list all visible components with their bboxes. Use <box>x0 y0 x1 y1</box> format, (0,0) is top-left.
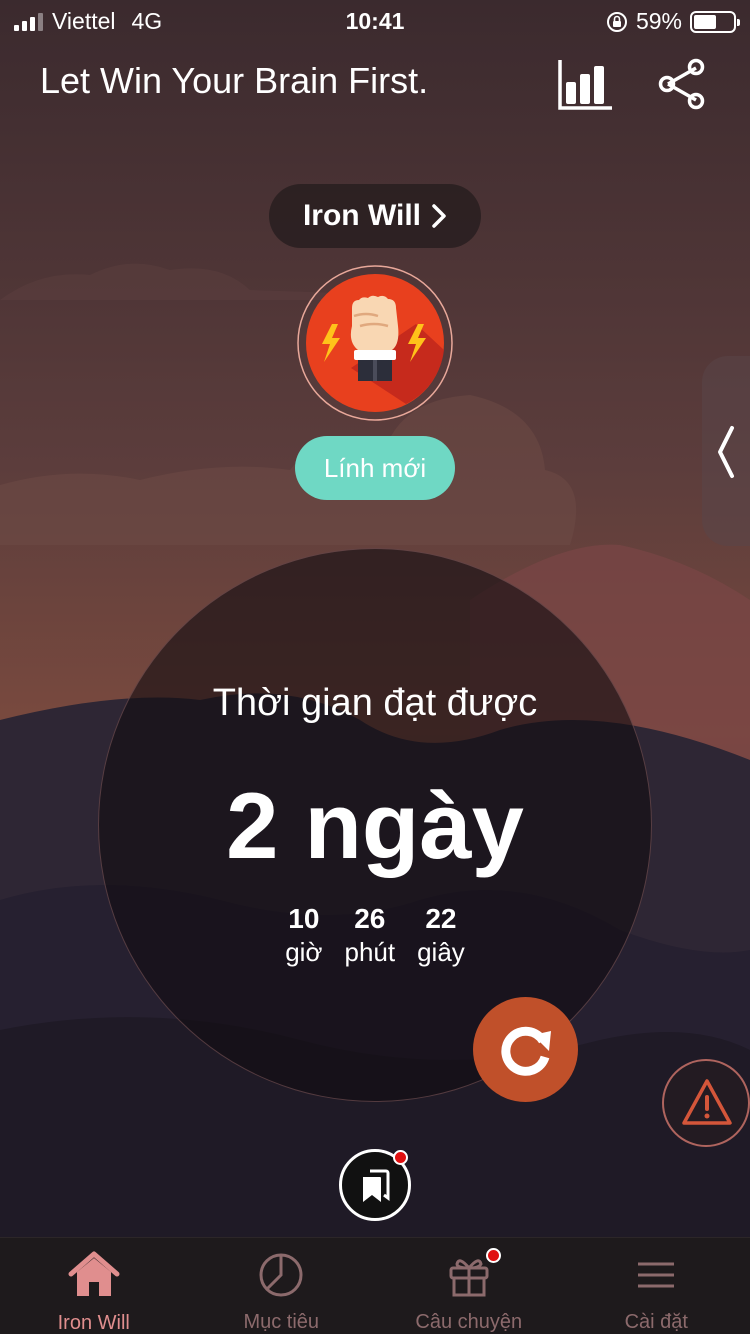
reset-button[interactable] <box>473 997 578 1102</box>
challenge-name: Iron Will <box>302 199 422 232</box>
gift-icon <box>443 1248 501 1299</box>
notification-dot <box>485 1248 501 1263</box>
bookmarks-icon <box>363 1169 390 1202</box>
timer-unit-label: giây <box>417 937 465 967</box>
timer-unit-seconds: 22 giây <box>417 902 465 968</box>
app-title: Let Win Your Brain First. <box>40 60 429 101</box>
tab-iron-will[interactable]: Iron Will <box>0 1238 188 1334</box>
refresh-icon <box>501 1026 551 1076</box>
timer-unit-label: giờ <box>285 937 323 967</box>
side-drawer-handle[interactable] <box>702 356 750 546</box>
timer-unit-minutes: 26 phút <box>344 902 395 968</box>
notification-dot <box>393 1150 408 1165</box>
stats-button[interactable] <box>556 56 614 112</box>
timer-unit-label: phút <box>344 937 396 967</box>
timer-label: Thời gian đạt được <box>212 682 538 724</box>
tab-label: Mục tiêu <box>243 1311 320 1333</box>
status-right: 59% <box>606 8 740 35</box>
share-button[interactable] <box>656 56 708 112</box>
menu-icon <box>630 1250 682 1299</box>
warning-icon <box>682 1079 732 1125</box>
chevron-right-icon <box>432 204 446 228</box>
timer-unit-value: 10 <box>288 903 320 934</box>
timer-unit-hours: 10 giờ <box>285 902 322 968</box>
tab-muc-tieu[interactable]: Mục tiêu <box>188 1238 376 1334</box>
chevron-left-icon <box>718 426 734 478</box>
timer-unit-value: 26 <box>354 903 386 934</box>
challenge-selector[interactable]: Iron Will <box>269 184 481 248</box>
tab-cai-dat[interactable]: Cài đặt <box>563 1238 750 1334</box>
tab-label: Cài đặt <box>624 1311 688 1333</box>
warning-button[interactable] <box>662 1059 750 1147</box>
battery-fill <box>694 14 717 29</box>
home-icon <box>68 1250 120 1300</box>
tab-cau-chuyen[interactable]: Câu chuyện <box>375 1238 563 1334</box>
tab-label: Câu chuyện <box>415 1311 523 1333</box>
bar-chart-icon <box>558 60 612 110</box>
rank-badge[interactable]: Lính mới <box>295 436 455 500</box>
timer-days: 2 ngày <box>226 773 524 878</box>
timer-unit-value: 22 <box>425 903 457 934</box>
share-icon <box>658 58 705 110</box>
timer-units: 10 giờ 26 phút 22 giây <box>0 902 750 968</box>
pie-chart-icon <box>255 1250 307 1299</box>
status-bar: Viettel 4G 10:41 59% <box>0 0 750 40</box>
battery-percent: 59% <box>635 8 682 34</box>
battery-icon <box>690 10 740 33</box>
raised-fist-lightning-icon <box>297 265 453 421</box>
bottom-nav: Iron Will Mục tiêu Câu chuyện Cài đặt <box>0 1237 750 1334</box>
tab-label: Iron Will <box>57 1312 130 1334</box>
orientation-lock-icon <box>606 11 627 32</box>
